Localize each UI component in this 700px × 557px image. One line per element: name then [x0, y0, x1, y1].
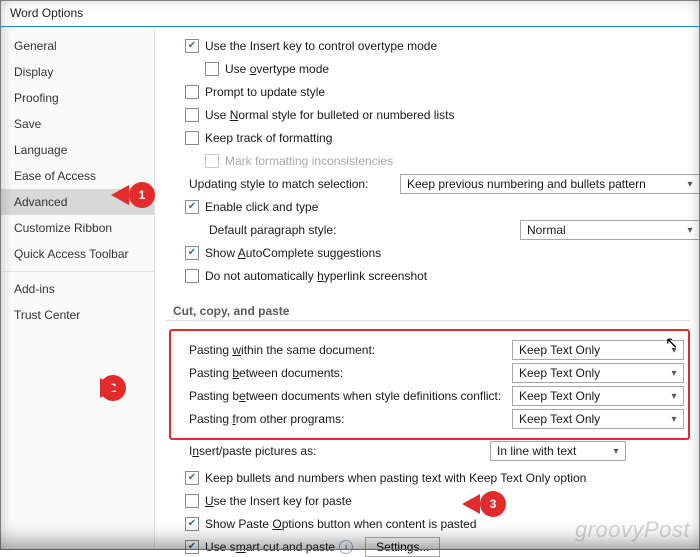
- lbl-paste-other: Pasting from other programs:: [189, 412, 512, 426]
- lbl-insert-overtype: Use the Insert key to control overtype m…: [205, 39, 437, 53]
- dd-update-style-value: Keep previous numbering and bullets patt…: [407, 177, 646, 191]
- sidebar-item-quick-access[interactable]: Quick Access Toolbar: [0, 241, 154, 267]
- lbl-overtype-mode: Use overtype mode: [225, 62, 329, 76]
- sidebar-item-customize-ribbon[interactable]: Customize Ribbon: [0, 215, 154, 241]
- dd-paste-pictures-value: In line with text: [497, 444, 576, 458]
- watermark-text: groovyPost: [575, 517, 690, 543]
- sidebar-item-display[interactable]: Display: [0, 59, 154, 85]
- sidebar-item-general[interactable]: General: [0, 33, 154, 59]
- lbl-no-auto-hyperlink-screenshot: Do not automatically hyperlink screensho…: [205, 269, 427, 283]
- chk-track-formatting[interactable]: [185, 131, 199, 145]
- lbl-paste-between: Pasting between documents:: [189, 366, 512, 380]
- window-title: Word Options: [0, 0, 700, 27]
- paste-options-highlight-box: Pasting within the same document: Keep T…: [169, 329, 690, 440]
- sidebar-item-language[interactable]: Language: [0, 137, 154, 163]
- options-main-panel: Use the Insert key to control overtype m…: [155, 27, 700, 549]
- info-icon[interactable]: i: [339, 540, 353, 554]
- chk-autocomplete[interactable]: [185, 246, 199, 260]
- annotation-callout-3: 3: [480, 491, 506, 517]
- smart-cut-paste-settings-button[interactable]: Settings...: [365, 537, 440, 557]
- section-cut-copy-paste: Cut, copy, and paste: [165, 294, 690, 321]
- lbl-update-style-match: Updating style to match selection:: [189, 177, 392, 191]
- sidebar-item-proofing[interactable]: Proofing: [0, 85, 154, 111]
- dd-default-paragraph-style[interactable]: Normal ▾: [520, 220, 700, 240]
- chk-smart-cut-paste[interactable]: [185, 540, 199, 554]
- chk-click-and-type[interactable]: [185, 200, 199, 214]
- dd-default-pstyle-value: Normal: [527, 223, 566, 237]
- sidebar-item-add-ins[interactable]: Add-ins: [0, 276, 154, 302]
- lbl-autocomplete: Show AutoComplete suggestions: [205, 246, 381, 260]
- dd-paste-other-value: Keep Text Only: [519, 412, 600, 426]
- chevron-down-icon: ▾: [667, 391, 681, 402]
- lbl-smart-cut-paste: Use smart cut and paste: [205, 540, 335, 554]
- dd-paste-within[interactable]: Keep Text Only ▾: [512, 340, 684, 360]
- dd-paste-between-conflict[interactable]: Keep Text Only ▾: [512, 386, 684, 406]
- lbl-keep-bullets-numbers: Keep bullets and numbers when pasting te…: [205, 471, 586, 485]
- lbl-insert-key-paste: Use the Insert key for paste: [205, 494, 352, 508]
- chk-mark-inconsistencies: [205, 154, 219, 168]
- chevron-down-icon: ▾: [609, 446, 623, 457]
- dd-insert-paste-pictures[interactable]: In line with text ▾: [490, 441, 626, 461]
- annotation-callout-1: 1: [129, 182, 155, 208]
- lbl-default-paragraph-style: Default paragraph style:: [209, 223, 512, 237]
- lbl-track-formatting: Keep track of formatting: [205, 131, 332, 145]
- chevron-down-icon: ▾: [683, 179, 697, 190]
- dd-paste-between-conflict-value: Keep Text Only: [519, 389, 600, 403]
- chk-normal-style-lists[interactable]: [185, 108, 199, 122]
- dd-update-style-match[interactable]: Keep previous numbering and bullets patt…: [400, 174, 700, 194]
- chevron-down-icon: ▾: [683, 225, 697, 236]
- chevron-down-icon: ▾: [667, 414, 681, 425]
- sidebar-item-ease-of-access[interactable]: Ease of Access: [0, 163, 154, 189]
- chk-insert-overtype[interactable]: [185, 39, 199, 53]
- chk-show-paste-options[interactable]: [185, 517, 199, 531]
- lbl-paste-between-conflict: Pasting between documents when style def…: [189, 389, 512, 403]
- lbl-paste-within: Pasting within the same document:: [189, 343, 512, 357]
- chevron-down-icon: ▾: [667, 368, 681, 379]
- lbl-prompt-update-style: Prompt to update style: [205, 85, 325, 99]
- dd-paste-between[interactable]: Keep Text Only ▾: [512, 363, 684, 383]
- dd-paste-other[interactable]: Keep Text Only ▾: [512, 409, 684, 429]
- chk-keep-bullets-numbers[interactable]: [185, 471, 199, 485]
- chk-insert-key-paste[interactable]: [185, 494, 199, 508]
- chk-no-auto-hyperlink-screenshot[interactable]: [185, 269, 199, 283]
- dd-paste-within-value: Keep Text Only: [519, 343, 600, 357]
- lbl-normal-style-lists: Use Normal style for bulleted or numbere…: [205, 108, 454, 122]
- sidebar-item-trust-center[interactable]: Trust Center: [0, 302, 154, 328]
- mouse-cursor-icon: ↖: [665, 333, 678, 353]
- lbl-mark-inconsistencies: Mark formatting inconsistencies: [225, 154, 393, 168]
- chk-prompt-update-style[interactable]: [185, 85, 199, 99]
- sidebar-item-save[interactable]: Save: [0, 111, 154, 137]
- category-sidebar: General Display Proofing Save Language E…: [0, 27, 155, 549]
- dd-paste-between-value: Keep Text Only: [519, 366, 600, 380]
- chk-overtype-mode[interactable]: [205, 62, 219, 76]
- lbl-click-and-type: Enable click and type: [205, 200, 318, 214]
- lbl-show-paste-options: Show Paste Options button when content i…: [205, 517, 477, 531]
